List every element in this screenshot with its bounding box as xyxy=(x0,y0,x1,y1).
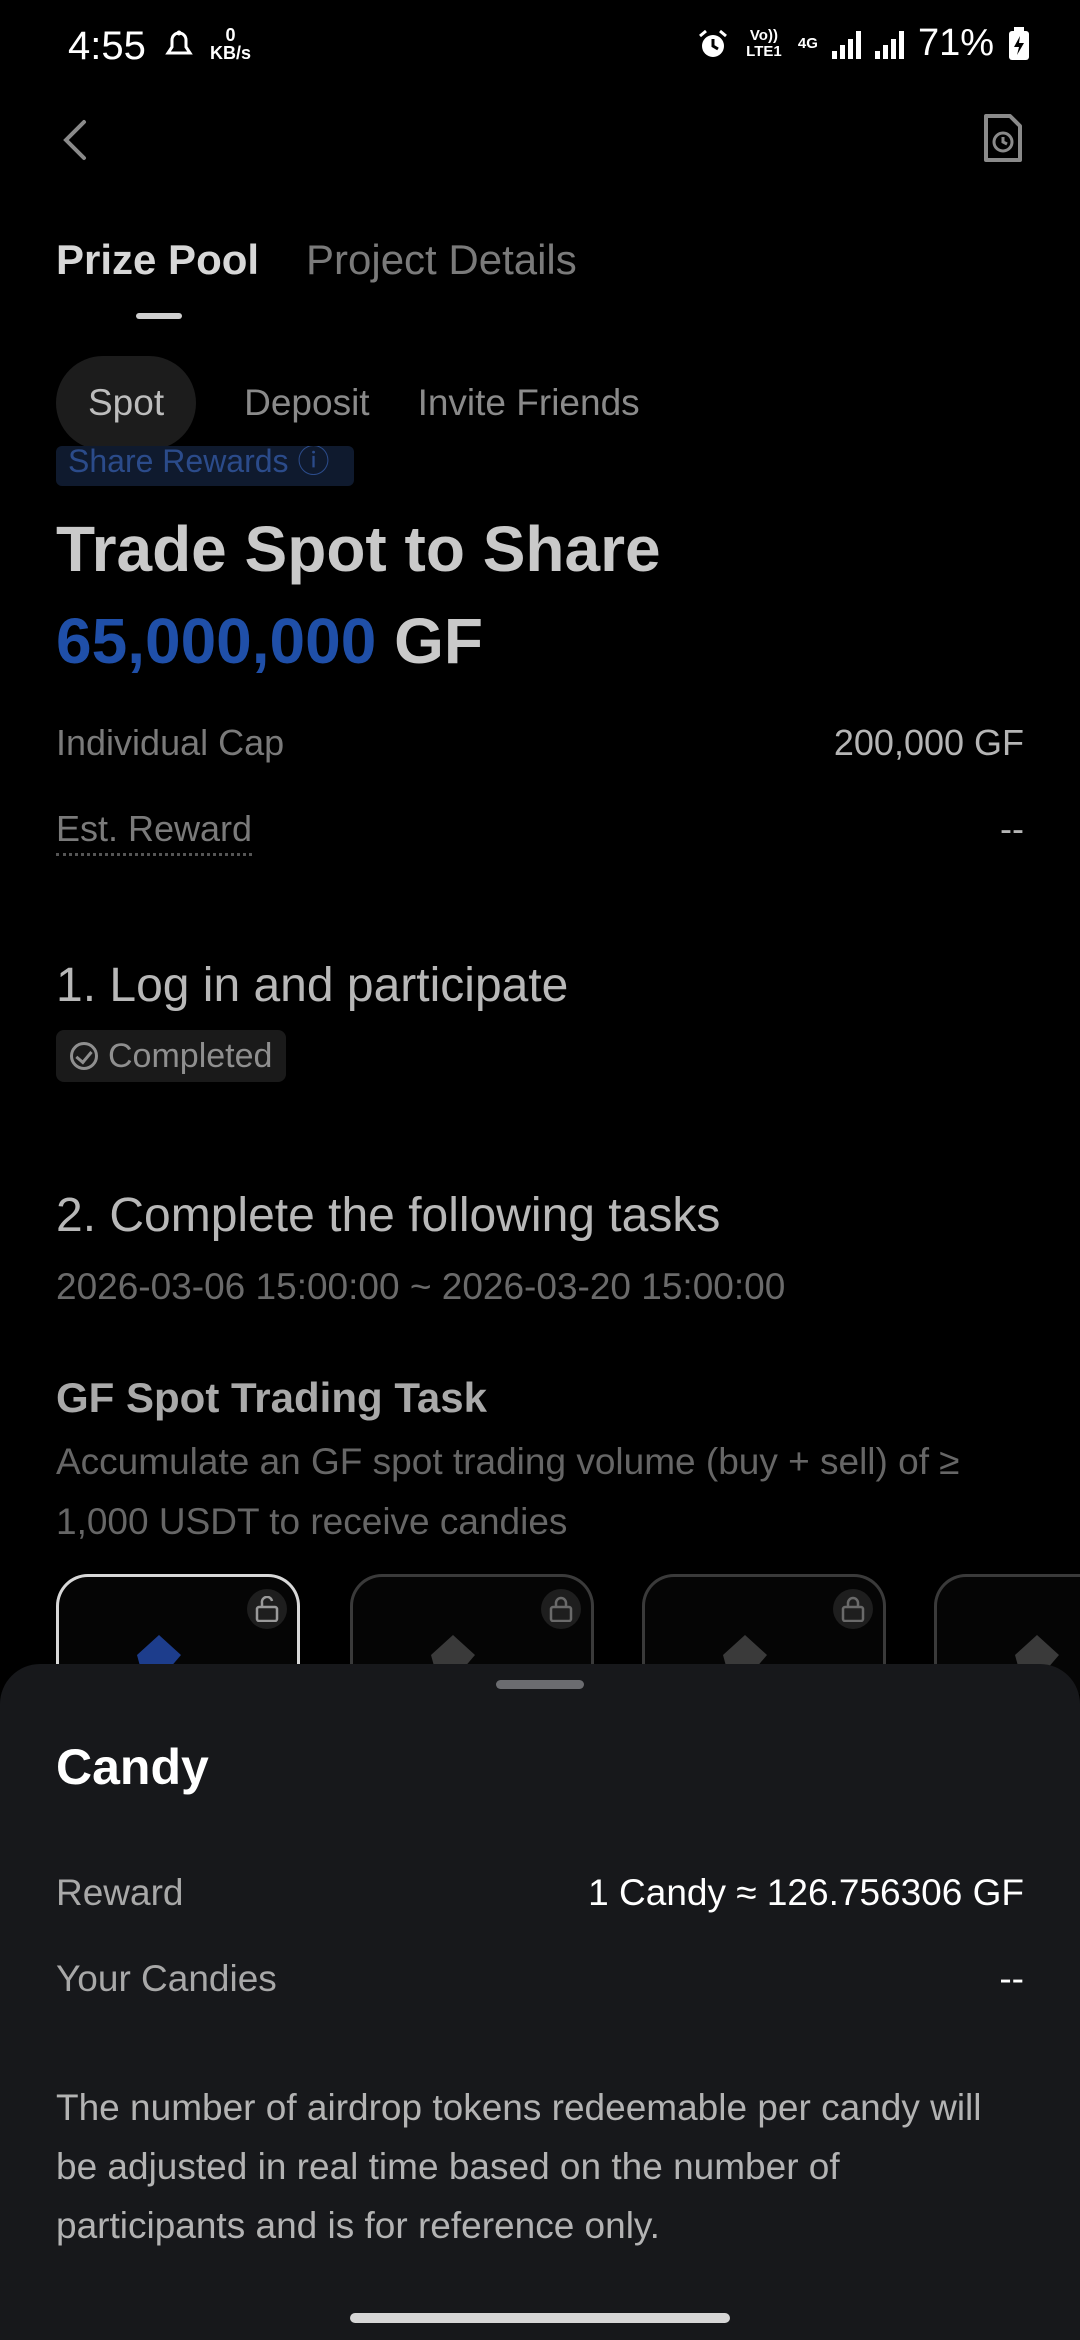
status-time: 4:55 xyxy=(68,24,146,68)
home-indicator[interactable] xyxy=(350,2313,730,2323)
volte-label: Vo)) LTE1 xyxy=(746,26,782,60)
filter-spot[interactable]: Spot xyxy=(56,356,197,450)
active-tab-indicator xyxy=(136,313,182,319)
tab-prize-pool[interactable]: Prize Pool xyxy=(56,236,259,284)
net-speed-unit: KB/s xyxy=(210,43,252,63)
status-left-icons: 0 KB/s xyxy=(162,26,251,62)
battery-percent: 71% xyxy=(917,22,994,64)
reward-label: Reward xyxy=(56,1872,184,1913)
back-button[interactable] xyxy=(56,110,96,170)
battery-charging-icon xyxy=(1009,26,1029,60)
completed-badge: Completed xyxy=(56,1030,287,1082)
check-circle-icon xyxy=(70,1042,98,1070)
filter-invite-friends[interactable]: Invite Friends xyxy=(418,382,640,424)
net-speed: 0 KB/s xyxy=(210,26,251,62)
est-reward-label[interactable]: Est. Reward xyxy=(56,808,253,856)
lock-icon xyxy=(541,1589,581,1629)
est-reward-label-text: Est. Reward xyxy=(56,808,253,856)
est-reward-value: -- xyxy=(1000,808,1024,849)
net-speed-value: 0 xyxy=(225,25,236,45)
status-bar: 4:55 0 KB/s Vo)) LTE1 4G 71% xyxy=(0,0,1080,96)
reward-value: 1 Candy ≈ 126.756306 GF xyxy=(588,1872,1024,1913)
prize-amount-value: 65,000,000 xyxy=(56,605,377,677)
notification-bell-icon xyxy=(165,30,193,55)
step2-title: 2. Complete the following tasks xyxy=(56,1189,721,1242)
lock-icon xyxy=(833,1589,873,1629)
prize-amount-unit: GF xyxy=(394,605,483,677)
step1-title: 1. Log in and participate xyxy=(56,959,569,1012)
sheet-title: Candy xyxy=(56,1739,209,1795)
network-type: 4G xyxy=(797,34,818,52)
chevron-left-icon xyxy=(63,120,86,160)
individual-cap-label: Individual Cap xyxy=(56,722,285,763)
task-title: GF Spot Trading Task xyxy=(56,1374,487,1421)
your-candies-label: Your Candies xyxy=(56,1958,277,1999)
filter-deposit[interactable]: Deposit xyxy=(244,382,369,424)
completed-label: Completed xyxy=(108,1036,273,1075)
history-button[interactable] xyxy=(980,112,1026,164)
prize-amount: 65,000,000 GF xyxy=(56,604,483,678)
sheet-note: The number of airdrop tokens redeemable … xyxy=(56,2087,982,2246)
signal-icon-2 xyxy=(874,29,904,59)
signal-icon xyxy=(831,29,861,59)
sheet-drag-handle[interactable] xyxy=(496,1680,584,1689)
individual-cap-value: 200,000 GF xyxy=(833,722,1024,763)
unlock-icon xyxy=(247,1589,287,1629)
page-title: Trade Spot to Share xyxy=(56,513,661,585)
your-candies-value: -- xyxy=(999,1958,1024,1999)
task-description: Accumulate an GF spot trading volume (bu… xyxy=(56,1441,960,1542)
history-document-icon xyxy=(984,114,1022,162)
share-rewards-badge[interactable]: Share Rewards ⓘ xyxy=(56,446,354,486)
tab-project-details[interactable]: Project Details xyxy=(306,236,577,284)
filter-row: Spot Deposit Invite Friends xyxy=(56,356,640,450)
status-right-icons: Vo)) LTE1 4G 71% xyxy=(696,22,1030,65)
alarm-icon xyxy=(698,29,727,57)
task-period: 2026-03-06 15:00:00 ~ 2026-03-20 15:00:0… xyxy=(56,1266,786,1307)
share-rewards-label: Share Rewards ⓘ xyxy=(68,446,330,479)
